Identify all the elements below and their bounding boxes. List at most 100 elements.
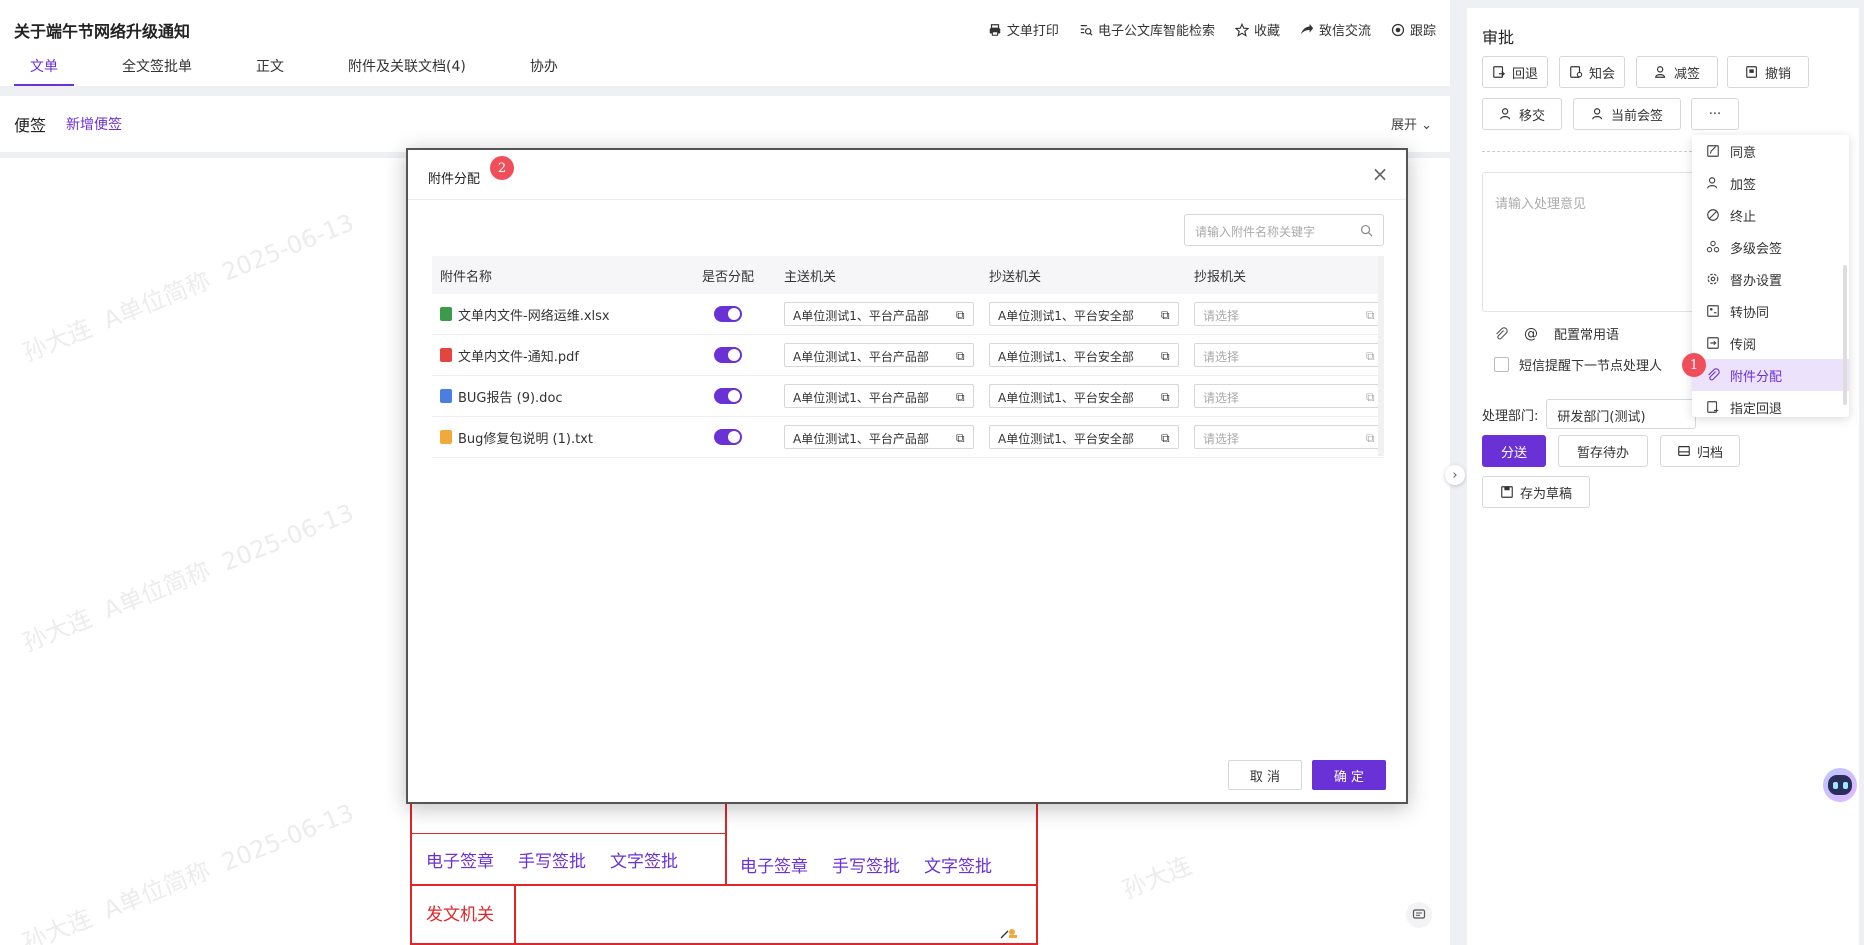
- menu-item-label: 传阅: [1730, 337, 1757, 353]
- dept-select[interactable]: 研发部门(测试): [1546, 399, 1697, 429]
- attachment-name[interactable]: BUG报告 (9).doc: [458, 387, 563, 406]
- menu-item-attachment-assign[interactable]: 附件分配: [1692, 359, 1849, 391]
- tab-body[interactable]: 正文: [240, 52, 300, 86]
- more-button[interactable]: ···: [1691, 98, 1739, 130]
- main-org-select[interactable]: A单位测试1、平台产品部 ⧉: [784, 384, 974, 408]
- cc-org-select[interactable]: A单位测试1、平台安全部 ⧉: [989, 384, 1179, 408]
- table-row: Bug修复包说明 (1).txt A单位测试1、平台产品部 ⧉ A单位测试1、平台…: [432, 417, 1384, 458]
- org-tree-icon[interactable]: ⧉: [1366, 431, 1378, 445]
- e-seal-link[interactable]: 电子签章: [426, 847, 494, 872]
- confirm-button[interactable]: 确 定: [1312, 760, 1386, 790]
- org-tree-icon[interactable]: ⧉: [1366, 349, 1378, 363]
- assign-toggle[interactable]: [714, 347, 742, 363]
- comment-button[interactable]: [1406, 902, 1432, 928]
- text-sign-link[interactable]: 文字签批: [610, 847, 678, 872]
- main-org-select[interactable]: A单位测试1、平台产品部 ⧉: [784, 302, 974, 326]
- current-countersign-button[interactable]: 当前会签: [1573, 98, 1681, 130]
- org-tree-icon[interactable]: ⧉: [956, 308, 968, 322]
- word-file-icon: [440, 389, 452, 403]
- org-tree-icon[interactable]: ⧉: [1161, 349, 1173, 363]
- attachment-name[interactable]: Bug修复包说明 (1).txt: [458, 428, 593, 447]
- smart-search-button[interactable]: 电子公文库智能检索: [1079, 20, 1215, 39]
- reduce-sign-label: 减签: [1673, 66, 1700, 82]
- menu-item-add-sign[interactable]: 加签: [1692, 167, 1849, 199]
- send-button[interactable]: 分送: [1482, 435, 1546, 467]
- notes-expand-toggle[interactable]: 展开 ⌄: [1391, 114, 1432, 133]
- report-org-select[interactable]: 请选择 ⧉: [1194, 343, 1384, 367]
- main-org-select[interactable]: A单位测试1、平台产品部 ⧉: [784, 425, 974, 449]
- cancel-button[interactable]: 取 消: [1228, 760, 1302, 790]
- tab-assist[interactable]: 协办: [514, 52, 574, 86]
- transfer-button[interactable]: 移交: [1482, 98, 1562, 130]
- favorite-button[interactable]: 收藏: [1234, 20, 1280, 39]
- report-org-select[interactable]: 请选择 ⧉: [1194, 384, 1384, 408]
- tab-attachments[interactable]: 附件及关联文档(4): [332, 52, 482, 86]
- message-button[interactable]: 致信交流: [1300, 20, 1371, 39]
- pen-seal-icon[interactable]: [1000, 925, 1018, 939]
- main-org-value: A单位测试1、平台产品部: [793, 391, 929, 405]
- assign-toggle[interactable]: [714, 388, 742, 404]
- menu-scrollbar[interactable]: [1843, 265, 1847, 405]
- handwrite-link[interactable]: 手写签批: [832, 852, 900, 877]
- cc-org-select[interactable]: A单位测试1、平台安全部 ⧉: [989, 302, 1179, 326]
- menu-item-to-collab[interactable]: 转协同: [1692, 295, 1849, 327]
- org-tree-icon[interactable]: ⧉: [1161, 390, 1173, 404]
- table-scrollbar[interactable]: [1378, 256, 1384, 456]
- tab-full-sign[interactable]: 全文签批单: [106, 52, 208, 86]
- paperclip-icon[interactable]: [1494, 326, 1508, 341]
- opinion-placeholder: 请输入处理意见: [1495, 197, 1587, 212]
- main-org-select[interactable]: A单位测试1、平台产品部 ⧉: [784, 343, 974, 367]
- menu-item-terminate[interactable]: 终止: [1692, 199, 1849, 231]
- text-sign-link[interactable]: 文字签批: [924, 852, 992, 877]
- org-tree-icon[interactable]: ⧉: [1366, 390, 1378, 404]
- report-org-select[interactable]: 请选择 ⧉: [1194, 302, 1384, 326]
- revoke-button[interactable]: 撤销: [1727, 56, 1809, 88]
- tab-form[interactable]: 文单: [14, 52, 74, 86]
- current-countersign-label: 当前会签: [1610, 108, 1663, 124]
- org-tree-icon[interactable]: ⧉: [956, 349, 968, 363]
- org-tree-icon[interactable]: ⧉: [956, 390, 968, 404]
- menu-item-circulate[interactable]: 传阅: [1692, 327, 1849, 359]
- menu-item-agree[interactable]: 同意: [1692, 135, 1849, 167]
- menu-item-multi-countersign[interactable]: 多级会签: [1692, 231, 1849, 263]
- common-phrases-link[interactable]: 配置常用语: [1554, 324, 1619, 343]
- attachment-name[interactable]: 文单内文件-通知.pdf: [458, 346, 579, 365]
- cc-org-select[interactable]: A单位测试1、平台安全部 ⧉: [989, 425, 1179, 449]
- cc-org-select[interactable]: A单位测试1、平台安全部 ⧉: [989, 343, 1179, 367]
- step-badge-1: 1: [1682, 353, 1706, 377]
- sms-checkbox[interactable]: [1494, 357, 1509, 372]
- reduce-sign-button[interactable]: 减签: [1636, 56, 1718, 88]
- menu-item-label: 同意: [1730, 145, 1757, 161]
- org-tree-icon[interactable]: ⧉: [1161, 308, 1173, 322]
- at-icon[interactable]: @: [1524, 326, 1538, 342]
- e-seal-link[interactable]: 电子签章: [740, 852, 808, 877]
- save-draft-button[interactable]: 存为草稿: [1482, 476, 1590, 508]
- hold-button[interactable]: 暂存待办: [1558, 435, 1648, 467]
- org-tree-icon[interactable]: ⧉: [956, 431, 968, 445]
- report-org-select[interactable]: 请选择 ⧉: [1194, 425, 1384, 449]
- excel-file-icon: [440, 307, 452, 321]
- assign-toggle[interactable]: [714, 306, 742, 322]
- archive-button[interactable]: 归档: [1660, 435, 1740, 467]
- add-note-link[interactable]: 新增便签: [66, 114, 122, 134]
- menu-item-supervise[interactable]: 督办设置: [1692, 263, 1849, 295]
- return-button[interactable]: 回退: [1482, 56, 1548, 88]
- track-button[interactable]: 跟踪: [1391, 20, 1436, 39]
- attachment-name-cell: BUG报告 (9).doc: [432, 387, 684, 406]
- col-header-main: 主送机关: [784, 269, 837, 285]
- handwrite-link[interactable]: 手写签批: [518, 847, 586, 872]
- org-tree-icon[interactable]: ⧉: [1366, 308, 1378, 322]
- table-row: BUG报告 (9).doc A单位测试1、平台产品部 ⧉ A单位测试1、平台安全部…: [432, 376, 1384, 417]
- org-tree-icon[interactable]: ⧉: [1161, 431, 1173, 445]
- notify-button[interactable]: 知会: [1559, 56, 1625, 88]
- ai-assistant-button[interactable]: [1823, 768, 1857, 802]
- search-icon[interactable]: [1360, 224, 1373, 237]
- assign-toggle[interactable]: [714, 429, 742, 445]
- collapse-panel-button[interactable]: ›: [1445, 465, 1465, 485]
- menu-item-specify-return[interactable]: 指定回退: [1692, 391, 1849, 417]
- attachment-search-input[interactable]: 请输入附件名称关键字: [1184, 214, 1384, 246]
- close-icon[interactable]: ×: [1370, 164, 1390, 184]
- watermark: 孙大连: [1118, 851, 1196, 905]
- print-button[interactable]: 文单打印: [988, 20, 1059, 39]
- attachment-name[interactable]: 文单内文件-网络运维.xlsx: [458, 305, 610, 324]
